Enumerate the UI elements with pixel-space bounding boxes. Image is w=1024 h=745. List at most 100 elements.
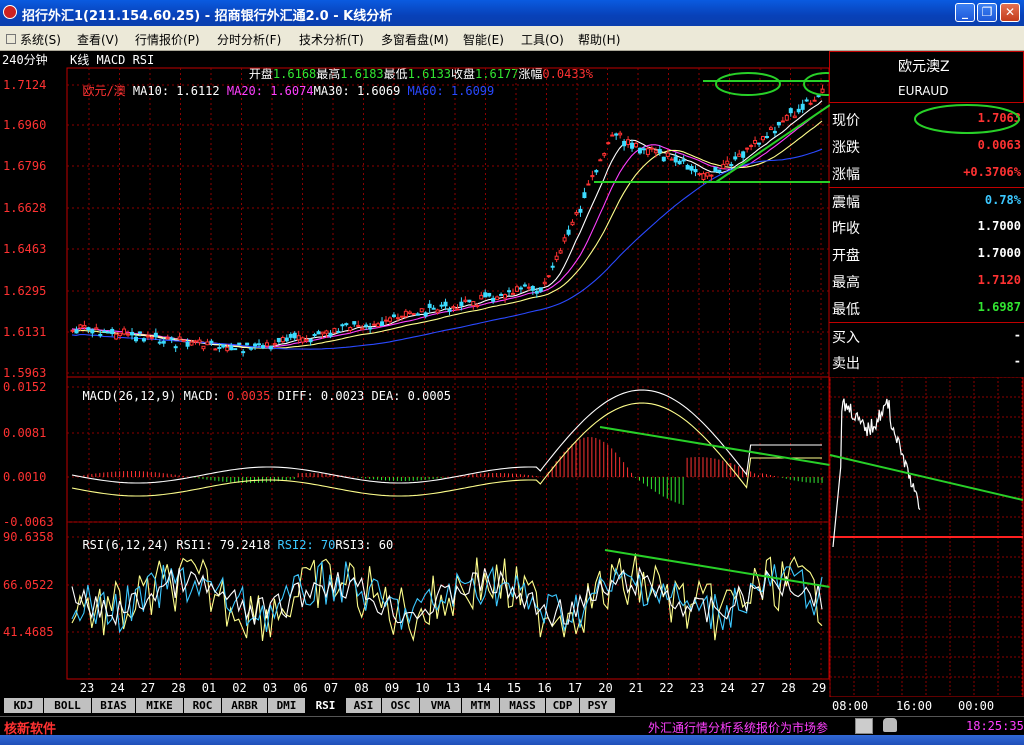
- annotation-uptrend-line: [715, 104, 830, 183]
- macd-y-tick: 0.0081: [3, 426, 46, 440]
- x-tick: 27: [141, 681, 155, 695]
- quote-label: 现价: [832, 113, 860, 129]
- macd-value: 0.0035: [226, 389, 271, 403]
- macd-y-tick: -0.0063: [3, 515, 54, 529]
- ma30-label: MA30:: [313, 84, 350, 98]
- x-tick: 08: [354, 681, 368, 695]
- rsi2-label: RSI2:: [277, 538, 314, 552]
- restore-button[interactable]: ❐: [977, 3, 997, 22]
- tab-mass[interactable]: MASS: [500, 698, 546, 713]
- x-tick: 07: [324, 681, 338, 695]
- tab-vma[interactable]: VMA: [420, 698, 462, 713]
- quote-name: 欧元澳Z: [898, 59, 950, 75]
- quote-value: +0.3706%: [963, 165, 1021, 179]
- moving-average-lines: [71, 100, 823, 350]
- x-tick: 16: [537, 681, 551, 695]
- rsi1-value: 79.2418: [219, 538, 271, 552]
- quote-panel: 欧元澳Z EURAUD 现价 1.7063 涨跌 0.0063 涨幅 +0.3706% 震幅…: [829, 51, 1024, 376]
- intraday-chart[interactable]: [829, 377, 1024, 697]
- y-tick: 1.6628: [3, 201, 46, 215]
- menu-multiwindow[interactable]: 多窗看盘(M): [381, 31, 449, 48]
- menu-intraday[interactable]: 分时分析(F): [217, 31, 281, 48]
- ma20-label: MA20:: [226, 84, 263, 98]
- rsi-y-tick: 66.0522: [3, 578, 54, 592]
- x-tick: 14: [476, 681, 490, 695]
- quote-label: 开盘: [832, 248, 860, 264]
- y-tick: 1.6796: [3, 159, 46, 173]
- tab-mtm[interactable]: MTM: [462, 698, 500, 713]
- x-tick: 22: [659, 681, 673, 695]
- window-title: 招行外汇1(211.154.60.25) - 招商银行外汇通2.0 - K线分析: [22, 9, 393, 24]
- tab-kdj[interactable]: KDJ: [4, 698, 44, 713]
- indicator-list: K线 MACD RSI: [70, 53, 155, 67]
- x-tick: 15: [507, 681, 521, 695]
- quote-row-1: 涨跌 0.0063: [829, 133, 1024, 159]
- tab-cdp[interactable]: CDP: [546, 698, 580, 713]
- dea-label: DEA:: [371, 389, 401, 403]
- x-tick: 10: [415, 681, 429, 695]
- menu-quotes[interactable]: 行情报价(P): [135, 31, 200, 48]
- menu-technical[interactable]: 技术分析(T): [299, 31, 364, 48]
- ma60-label: MA60:: [407, 84, 444, 98]
- ma60-value: 1.6099: [450, 84, 495, 98]
- x-tick: 23: [690, 681, 704, 695]
- tab-rsi[interactable]: RSI: [306, 698, 346, 713]
- quote-value: -: [1013, 328, 1021, 342]
- quote-value: 1.7120: [977, 273, 1021, 287]
- y-tick: 1.5963: [3, 366, 46, 380]
- indicator-tab-bar: KDJ BOLL BIAS MIKE ROC ARBR DMI RSI ASI …: [0, 697, 620, 714]
- x-tick: 03: [263, 681, 277, 695]
- symbol-label: 欧元/澳: [82, 84, 126, 98]
- menu-help[interactable]: 帮助(H): [578, 31, 620, 48]
- menu-system[interactable]: 系统(S): [20, 31, 61, 48]
- diff-label: DIFF:: [277, 389, 314, 403]
- status-bar: 核新软件 外汇通行情分析系统报价为市场参 18:25:35: [0, 716, 1024, 737]
- quote-value: 1.7000: [977, 246, 1021, 260]
- dea-value: 0.0005: [407, 389, 452, 403]
- time-0000: 00:00: [958, 699, 995, 713]
- taskbar-strip: [0, 735, 1024, 745]
- tab-asi[interactable]: ASI: [346, 698, 382, 713]
- macd-histogram: [75, 437, 823, 505]
- macd-label: MACD(26,12,9) MACD:: [82, 389, 220, 403]
- rsi2-value: 70: [320, 538, 336, 552]
- tab-boll[interactable]: BOLL: [44, 698, 92, 713]
- clock: 18:25:35: [966, 719, 1024, 733]
- computer-icon[interactable]: [855, 718, 873, 734]
- info-line: 240分钟 K线 MACD RSI 开盘1.6168最高1.6183最低1.61…: [0, 51, 830, 81]
- x-axis-labels: 23 24 27 28 01 02 03 06 07 08 09 10 13 14 15 16 17 20 21 22…: [80, 681, 826, 695]
- x-tick: 29: [812, 681, 826, 695]
- quote-value: 0.78%: [984, 193, 1021, 207]
- tab-osc[interactable]: OSC: [382, 698, 420, 713]
- x-tick: 21: [629, 681, 643, 695]
- title-bar: 招行外汇1(211.154.60.25) - 招商银行外汇通2.0 - K线分析…: [0, 0, 1024, 26]
- tab-arbr[interactable]: ARBR: [222, 698, 268, 713]
- menu-view[interactable]: 查看(V): [77, 31, 119, 48]
- x-tick: 20: [598, 681, 612, 695]
- ma20-value: 1.6074: [270, 84, 314, 98]
- menu-smart[interactable]: 智能(E): [463, 31, 504, 48]
- annotation-ellipse-1: [715, 72, 781, 96]
- user-icon[interactable]: [883, 718, 897, 732]
- tab-mike[interactable]: MIKE: [136, 698, 184, 713]
- minimize-button[interactable]: _: [955, 3, 975, 22]
- quote-label: 卖出: [832, 356, 860, 372]
- quote-label: 买入: [832, 330, 860, 346]
- x-tick: 24: [720, 681, 734, 695]
- y-tick-labels: 1.7124 1.6960 1.6796 1.6628 1.6463 1.6295 1.61…: [3, 78, 54, 639]
- x-tick: 24: [110, 681, 124, 695]
- x-tick: 23: [80, 681, 94, 695]
- annotation-rsi-trendline: [604, 549, 830, 588]
- close-button[interactable]: ✕: [1000, 3, 1020, 22]
- tab-bias[interactable]: BIAS: [92, 698, 136, 713]
- quote-label: 最高: [832, 275, 860, 291]
- tab-dmi[interactable]: DMI: [268, 698, 306, 713]
- tab-psy[interactable]: PSY: [580, 698, 616, 713]
- menu-tools[interactable]: 工具(O): [521, 31, 564, 48]
- quote-label: 涨跌: [832, 140, 860, 156]
- annotation-ellipse-2: [803, 72, 830, 96]
- tab-roc[interactable]: ROC: [184, 698, 222, 713]
- quote-row-5: 开盘 1.7000: [829, 241, 1024, 267]
- x-tick: 28: [781, 681, 795, 695]
- x-tick: 27: [751, 681, 765, 695]
